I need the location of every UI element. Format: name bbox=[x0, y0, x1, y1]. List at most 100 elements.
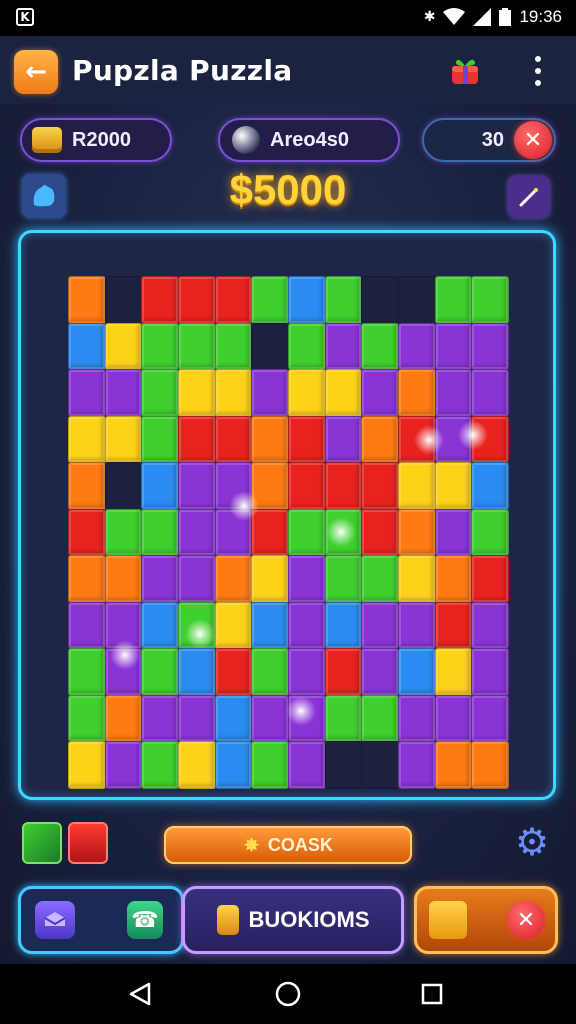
puzzle-piece[interactable] bbox=[104, 415, 143, 464]
back-button[interactable]: ← bbox=[14, 50, 58, 94]
puzzle-piece[interactable] bbox=[178, 415, 216, 464]
lives-counter[interactable]: 30 ✕ bbox=[422, 118, 556, 162]
puzzle-piece[interactable] bbox=[361, 648, 399, 696]
puzzle-piece[interactable] bbox=[141, 694, 179, 743]
close-icon[interactable]: ✕ bbox=[514, 121, 552, 159]
puzzle-piece[interactable] bbox=[398, 462, 436, 510]
puzzle-piece[interactable] bbox=[141, 322, 179, 371]
puzzle-piece[interactable] bbox=[288, 741, 326, 789]
puzzle-piece[interactable] bbox=[398, 276, 436, 324]
puzzle-piece[interactable] bbox=[324, 276, 363, 324]
coask-button[interactable]: ✸ COASK bbox=[164, 826, 412, 864]
puzzle-piece[interactable] bbox=[361, 462, 399, 510]
puzzle-piece[interactable] bbox=[361, 415, 399, 464]
puzzle-piece[interactable] bbox=[324, 741, 363, 789]
puzzle-piece[interactable] bbox=[68, 555, 106, 603]
gift-icon[interactable] bbox=[448, 54, 482, 88]
puzzle-piece[interactable] bbox=[141, 508, 179, 557]
puzzle-piece[interactable] bbox=[471, 601, 509, 650]
puzzle-piece[interactable] bbox=[141, 415, 179, 464]
puzzle-piece[interactable] bbox=[434, 694, 473, 743]
puzzle-piece[interactable] bbox=[141, 369, 179, 417]
puzzle-piece[interactable] bbox=[361, 601, 399, 650]
puzzle-piece[interactable] bbox=[434, 601, 473, 650]
puzzle-piece[interactable] bbox=[104, 555, 143, 603]
puzzle-piece[interactable] bbox=[68, 648, 106, 696]
puzzle-piece[interactable] bbox=[471, 648, 509, 696]
puzzle-piece[interactable] bbox=[434, 741, 473, 789]
puzzle-piece[interactable] bbox=[178, 462, 216, 510]
puzzle-piece[interactable] bbox=[434, 555, 473, 603]
puzzle-piece[interactable] bbox=[324, 601, 363, 650]
puzzle-piece[interactable] bbox=[434, 369, 473, 417]
puzzle-piece[interactable] bbox=[251, 648, 289, 696]
square-recents-icon[interactable] bbox=[414, 976, 450, 1012]
puzzle-piece[interactable] bbox=[141, 462, 179, 510]
puzzle-piece[interactable] bbox=[324, 694, 363, 743]
orbs-counter[interactable]: Areo4s0 bbox=[218, 118, 400, 162]
puzzle-piece[interactable] bbox=[398, 694, 436, 743]
puzzle-piece[interactable] bbox=[361, 369, 399, 417]
puzzle-piece[interactable] bbox=[178, 276, 216, 324]
buokioms-button[interactable]: BUOKIOMS bbox=[182, 886, 404, 954]
puzzle-piece[interactable] bbox=[178, 694, 216, 743]
puzzle-piece[interactable] bbox=[104, 276, 143, 324]
puzzle-piece[interactable] bbox=[104, 369, 143, 417]
puzzle-piece[interactable] bbox=[288, 276, 326, 324]
puzzle-piece[interactable] bbox=[324, 462, 363, 510]
puzzle-piece[interactable] bbox=[68, 369, 106, 417]
puzzle-piece[interactable] bbox=[104, 694, 143, 743]
hint-button[interactable] bbox=[22, 174, 66, 218]
puzzle-piece[interactable] bbox=[178, 508, 216, 557]
puzzle-piece[interactable] bbox=[288, 508, 326, 557]
more-vertical-icon[interactable] bbox=[528, 56, 548, 86]
puzzle-piece[interactable] bbox=[251, 508, 289, 557]
puzzle-piece[interactable] bbox=[434, 322, 473, 371]
puzzle-piece[interactable] bbox=[214, 741, 253, 789]
puzzle-piece[interactable] bbox=[104, 322, 143, 371]
gear-icon[interactable]: ⚙ bbox=[512, 822, 552, 862]
puzzle-piece[interactable] bbox=[471, 508, 509, 557]
puzzle-piece[interactable] bbox=[398, 555, 436, 603]
puzzle-piece[interactable] bbox=[398, 648, 436, 696]
puzzle-piece[interactable] bbox=[398, 508, 436, 557]
puzzle-piece[interactable] bbox=[178, 648, 216, 696]
triangle-back-icon[interactable] bbox=[122, 976, 158, 1012]
puzzle-piece[interactable] bbox=[471, 462, 509, 510]
puzzle-piece[interactable] bbox=[68, 415, 106, 464]
puzzle-piece[interactable] bbox=[361, 555, 399, 603]
puzzle-piece[interactable] bbox=[398, 322, 436, 371]
magic-wand-button[interactable] bbox=[508, 176, 550, 218]
puzzle-piece[interactable] bbox=[288, 555, 326, 603]
circle-home-icon[interactable] bbox=[270, 976, 306, 1012]
shield-icon[interactable] bbox=[35, 901, 75, 939]
puzzle-piece[interactable] bbox=[324, 369, 363, 417]
pencil-icon[interactable] bbox=[22, 822, 62, 864]
puzzle-piece[interactable] bbox=[178, 741, 216, 789]
puzzle-piece[interactable] bbox=[471, 276, 509, 324]
puzzle-piece[interactable] bbox=[251, 601, 289, 650]
puzzle-grid[interactable] bbox=[68, 276, 509, 789]
puzzle-piece[interactable] bbox=[141, 276, 179, 324]
puzzle-piece[interactable] bbox=[141, 555, 179, 603]
puzzle-piece[interactable] bbox=[361, 276, 399, 324]
puzzle-piece[interactable] bbox=[251, 369, 289, 417]
puzzle-piece[interactable] bbox=[324, 322, 363, 371]
puzzle-piece[interactable] bbox=[434, 648, 473, 696]
puzzle-piece[interactable] bbox=[68, 276, 106, 324]
puzzle-piece[interactable] bbox=[398, 741, 436, 789]
puzzle-piece[interactable] bbox=[178, 322, 216, 371]
puzzle-piece[interactable] bbox=[178, 555, 216, 603]
puzzle-piece[interactable] bbox=[214, 694, 253, 743]
red-box-icon[interactable] bbox=[68, 822, 108, 864]
puzzle-piece[interactable] bbox=[361, 741, 399, 789]
puzzle-piece[interactable] bbox=[471, 369, 509, 417]
puzzle-piece[interactable] bbox=[361, 322, 399, 371]
puzzle-piece[interactable] bbox=[141, 601, 179, 650]
puzzle-piece[interactable] bbox=[68, 462, 106, 510]
puzzle-piece[interactable] bbox=[251, 741, 289, 789]
puzzle-piece[interactable] bbox=[398, 369, 436, 417]
close-icon[interactable]: ✕ bbox=[507, 901, 545, 939]
phone-icon[interactable]: ☎ bbox=[127, 901, 163, 939]
puzzle-piece[interactable] bbox=[214, 369, 253, 417]
